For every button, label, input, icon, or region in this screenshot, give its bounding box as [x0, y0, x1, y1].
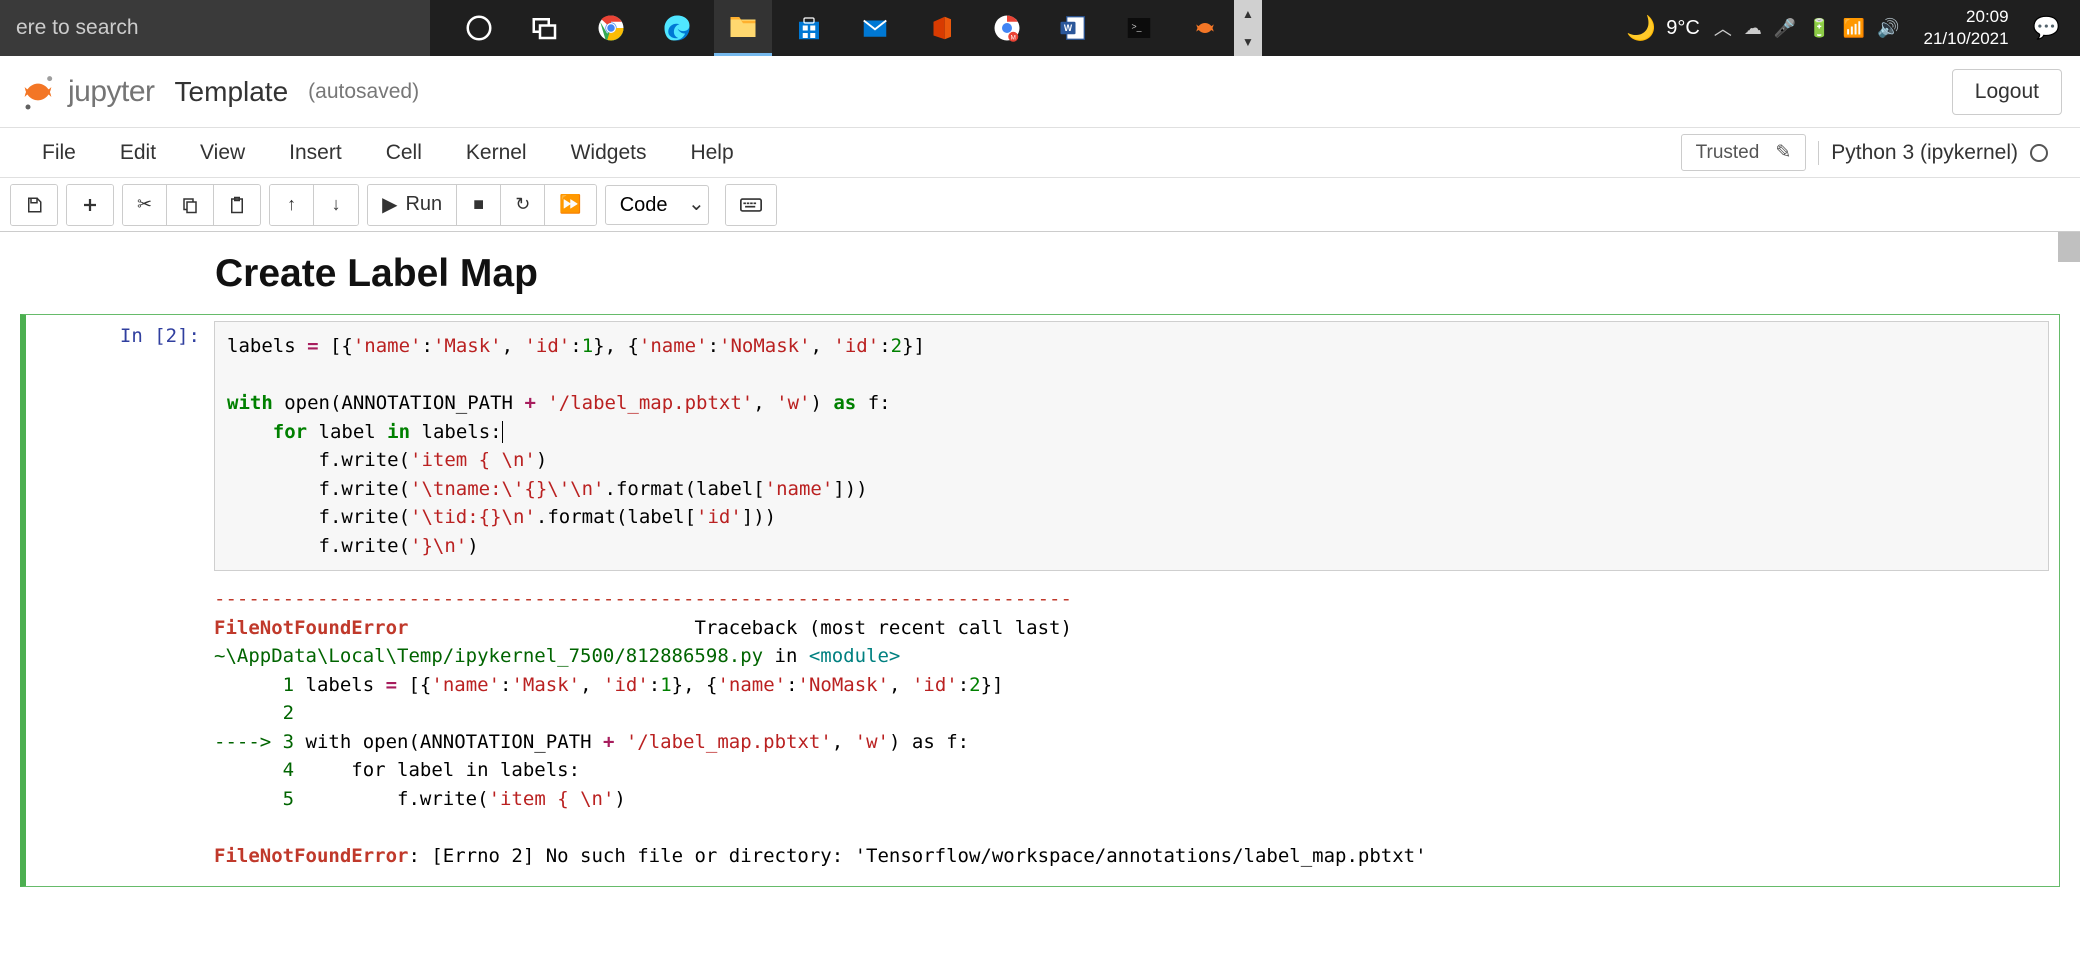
- command-palette-button[interactable]: [726, 185, 776, 225]
- office-icon[interactable]: [912, 0, 970, 56]
- date-label: 21/10/2021: [1924, 28, 2009, 50]
- cortana-icon[interactable]: [450, 0, 508, 56]
- menu-help[interactable]: Help: [668, 129, 755, 177]
- battery-icon[interactable]: 🔋: [1808, 18, 1830, 39]
- volume-icon[interactable]: 🔊: [1877, 18, 1899, 39]
- cut-button[interactable]: ✂: [123, 185, 167, 225]
- menu-insert[interactable]: Insert: [267, 129, 364, 177]
- jupyter-app-icon[interactable]: [1176, 0, 1234, 56]
- paste-button[interactable]: [214, 185, 260, 225]
- svg-text:>_: >_: [1132, 21, 1142, 31]
- edge-icon[interactable]: [648, 0, 706, 56]
- jupyter-logo-text: jupyter: [68, 75, 155, 109]
- logout-button[interactable]: Logout: [1952, 69, 2062, 115]
- menu-cell[interactable]: Cell: [364, 129, 444, 177]
- menu-file[interactable]: File: [20, 129, 98, 177]
- restart-button[interactable]: ↻: [501, 185, 545, 225]
- restart-run-all-button[interactable]: ⏩: [545, 185, 595, 225]
- wifi-icon[interactable]: 📶: [1843, 18, 1865, 39]
- jupyter-logo[interactable]: jupyter: [18, 72, 155, 112]
- code-cell[interactable]: In [2]: labels = [{'name':'Mask', 'id':1…: [20, 314, 2060, 887]
- move-down-button[interactable]: ↓: [314, 185, 358, 225]
- trusted-label: Trusted: [1696, 142, 1760, 164]
- copy-button[interactable]: [167, 185, 214, 225]
- file-explorer-icon[interactable]: [714, 0, 772, 56]
- windows-taskbar: M W >_ ▲ ▼ 🌙 9°C ︿ ☁ 🎤 🔋 📶 🔊 20:09 21/10…: [0, 0, 2080, 56]
- task-view-icon[interactable]: [516, 0, 574, 56]
- word-icon[interactable]: W: [1044, 0, 1102, 56]
- kernel-name: Python 3 (ipykernel): [1831, 141, 2018, 165]
- run-button[interactable]: ▶ Run: [368, 185, 457, 225]
- microsoft-store-icon[interactable]: [780, 0, 838, 56]
- menu-widgets[interactable]: Widgets: [549, 129, 669, 177]
- terminal-icon[interactable]: >_: [1110, 0, 1168, 56]
- svg-text:W: W: [1064, 23, 1073, 33]
- menu-edit[interactable]: Edit: [98, 129, 178, 177]
- cell-type-select[interactable]: Code: [605, 185, 709, 225]
- code-input-area[interactable]: labels = [{'name':'Mask', 'id':1}, {'nam…: [214, 321, 2049, 571]
- clock[interactable]: 20:09 21/10/2021: [1924, 6, 2009, 50]
- notebook-container[interactable]: Create Label Map In [2]: labels = [{'nam…: [0, 232, 2080, 980]
- taskbar-scroll-arrows[interactable]: ▲ ▼: [1234, 0, 1262, 56]
- kernel-status-icon: [2030, 144, 2048, 162]
- chrome-icon[interactable]: [582, 0, 640, 56]
- interrupt-button[interactable]: ■: [457, 185, 501, 225]
- kernel-indicator[interactable]: Python 3 (ipykernel): [1818, 141, 2060, 165]
- toolbar: ✂ ↑ ↓ ▶ Run ■ ↻ ⏩ Code: [0, 178, 2080, 232]
- pencil-icon[interactable]: ✎: [1775, 141, 1791, 164]
- weather-widget[interactable]: 🌙 9°C: [1626, 14, 1699, 43]
- notifications-icon[interactable]: 💬: [2033, 15, 2060, 41]
- time-label: 20:09: [1924, 6, 2009, 28]
- save-button[interactable]: [11, 185, 57, 225]
- heading-text: Create Label Map: [215, 252, 2000, 296]
- trusted-badge[interactable]: Trusted ✎: [1681, 134, 1807, 171]
- jupyter-header: jupyter Template (autosaved) Logout: [0, 56, 2080, 128]
- taskbar-search-input[interactable]: [0, 0, 430, 56]
- moon-icon: 🌙: [1626, 14, 1656, 43]
- microphone-icon[interactable]: 🎤: [1774, 18, 1796, 39]
- autosaved-label: (autosaved): [308, 80, 419, 104]
- mail-icon[interactable]: [846, 0, 904, 56]
- onedrive-icon[interactable]: ☁: [1744, 18, 1762, 39]
- cell-prompt: In [2]:: [26, 315, 214, 886]
- code-output-area: ----------------------------------------…: [214, 571, 2049, 880]
- menu-kernel[interactable]: Kernel: [444, 129, 549, 177]
- move-up-button[interactable]: ↑: [270, 185, 314, 225]
- menubar: File Edit View Insert Cell Kernel Widget…: [0, 128, 2080, 178]
- add-cell-button[interactable]: [67, 185, 113, 225]
- menu-view[interactable]: View: [178, 129, 267, 177]
- scroll-down-icon[interactable]: ▼: [1234, 28, 1262, 56]
- svg-text:M: M: [1011, 34, 1016, 41]
- tray-chevron-icon[interactable]: ︿: [1714, 15, 1732, 41]
- notebook-name[interactable]: Template: [175, 76, 289, 108]
- chrome-alt-icon[interactable]: M: [978, 0, 1036, 56]
- scroll-up-icon[interactable]: ▲: [1234, 0, 1262, 28]
- markdown-heading-cell[interactable]: Create Label Map: [215, 252, 2000, 296]
- weather-temp: 9°C: [1666, 17, 1700, 40]
- scrollbar[interactable]: [2058, 232, 2080, 262]
- system-tray[interactable]: ︿ ☁ 🎤 🔋 📶 🔊: [1714, 15, 1900, 41]
- jupyter-logo-icon: [18, 72, 58, 112]
